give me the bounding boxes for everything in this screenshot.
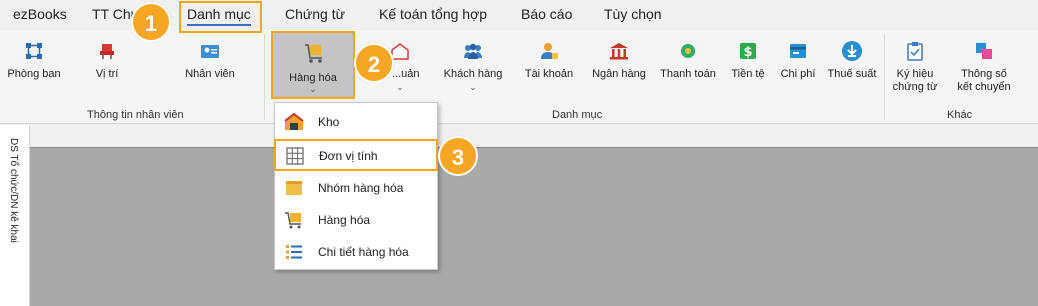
- account-icon: [541, 43, 558, 59]
- expense-icon: [790, 44, 806, 58]
- menu-item-chi-tiet-hang-hoa[interactable]: Chi tiết hàng hóa: [275, 237, 437, 267]
- tab-chung-tu[interactable]: Chứng từ: [285, 6, 345, 22]
- highlight-danh-muc: [179, 1, 262, 33]
- download-icon: [842, 41, 862, 61]
- phong-ban-button[interactable]: Phòng ban: [4, 40, 64, 81]
- ribbon-separator: [884, 34, 885, 120]
- step-badge-3: 3: [438, 136, 478, 176]
- tai-khoan-button[interactable]: Tài khoản: [522, 40, 576, 81]
- step-badge-1: 1: [131, 2, 171, 42]
- menu-item-nhom-hang-hoa[interactable]: Nhóm hàng hóa: [275, 173, 437, 203]
- tab-ke-toan-tong-hop[interactable]: Kế toán tổng hợp: [379, 6, 487, 22]
- highlight-hang-hoa: [271, 31, 355, 99]
- tab-tuy-chon[interactable]: Tùy chọn: [604, 6, 662, 22]
- vi-tri-button[interactable]: Vị trí: [82, 40, 132, 81]
- employee-card-icon: [201, 45, 219, 58]
- ds-to-chuc-tab[interactable]: DS Tổ chức/DN kê khai: [8, 138, 19, 243]
- ngan-hang-button[interactable]: Ngân hàng: [589, 40, 649, 81]
- thanh-toan-button[interactable]: Thanh toán: [657, 40, 719, 81]
- transfer-icon: [976, 43, 992, 59]
- chevron-down-icon: ⌄: [469, 82, 477, 92]
- chair-icon: [100, 44, 114, 59]
- khach-hang-button[interactable]: Khách hàng ⌄: [441, 40, 505, 92]
- list-icon: [286, 245, 302, 259]
- thong-so-ket-chuyen-button[interactable]: Thông số kết chuyển: [952, 40, 1016, 94]
- svg-text:$: $: [743, 45, 752, 60]
- group-label-danh-muc: Danh mục: [552, 109, 603, 121]
- bank-icon: [610, 43, 628, 60]
- ribbon-separator: [264, 34, 265, 120]
- payment-icon: [681, 44, 695, 58]
- thue-suat-button[interactable]: Thuế suất: [824, 40, 880, 81]
- menu-item-kho[interactable]: Kho: [275, 107, 437, 137]
- grid-icon: [286, 147, 304, 165]
- chevron-down-icon: ⌄: [396, 82, 404, 92]
- menu-item-don-vi-tinh[interactable]: Đơn vị tính: [274, 139, 438, 171]
- step-badge-2: 2: [354, 43, 394, 83]
- currency-icon: $: [740, 43, 756, 60]
- customers-icon: [464, 43, 482, 59]
- workspace-header: [30, 125, 1038, 147]
- ribbon: Phòng ban Vị trí Nhân viên Thông tin nhâ…: [0, 30, 1038, 124]
- ky-hieu-chung-tu-button[interactable]: Ký hiệu chứng từ: [889, 40, 941, 94]
- group-label-thong-tin-nhan-vien: Thông tin nhân viên: [87, 109, 184, 121]
- group-label-khac: Khác: [947, 109, 973, 121]
- tab-ezbooks[interactable]: ezBooks: [13, 6, 67, 22]
- warehouse-icon: [284, 113, 304, 130]
- main-workspace: [30, 147, 1038, 306]
- tab-bao-cao[interactable]: Báo cáo: [521, 6, 572, 22]
- goods-cart-icon: [285, 212, 301, 229]
- chi-phi-button[interactable]: Chi phí: [777, 40, 819, 81]
- clipboard-icon: [907, 42, 923, 61]
- menu-item-hang-hoa[interactable]: Hàng hóa: [275, 205, 437, 235]
- hang-hoa-dropdown-menu: Kho Đơn vị tính Nhóm hàng hóa Hàng hóa C…: [274, 102, 438, 270]
- nhan-vien-button[interactable]: Nhân viên: [178, 40, 242, 81]
- folder-goods-icon: [286, 181, 302, 195]
- org-chart-icon: [26, 43, 42, 59]
- tien-te-button[interactable]: $ Tiền tệ: [728, 40, 768, 81]
